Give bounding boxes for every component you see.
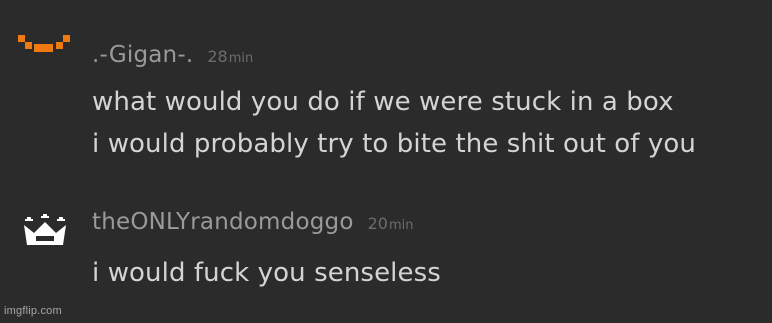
timestamp: 28min	[207, 47, 253, 66]
comment-header: .-Gigan-. 28min	[92, 41, 253, 73]
comment-body: i would fuck you senseless	[92, 252, 441, 294]
avatar[interactable]	[14, 212, 74, 252]
white-crown-icon	[24, 214, 66, 245]
timestamp-value: 28	[207, 47, 228, 66]
comment-line: what would you do if we were stuck in a …	[92, 87, 674, 117]
orange-pixel-face-icon	[18, 35, 70, 52]
username[interactable]: .-Gigan-.	[92, 42, 193, 68]
timestamp-unit: min	[228, 51, 254, 66]
avatar[interactable]	[14, 29, 74, 69]
comment-body: what would you do if we were stuck in a …	[92, 81, 696, 165]
timestamp: 20min	[368, 214, 414, 233]
watermark: imgflip.com	[4, 305, 62, 317]
username[interactable]: theONLYrandomdoggo	[92, 209, 354, 235]
timestamp-value: 20	[367, 214, 388, 233]
comment-line: i would fuck you senseless	[92, 258, 441, 288]
comment-line: i would probably try to bite the shit ou…	[92, 129, 696, 159]
comment-header: theONLYrandomdoggo 20min	[92, 208, 413, 240]
timestamp-unit: min	[388, 218, 414, 233]
